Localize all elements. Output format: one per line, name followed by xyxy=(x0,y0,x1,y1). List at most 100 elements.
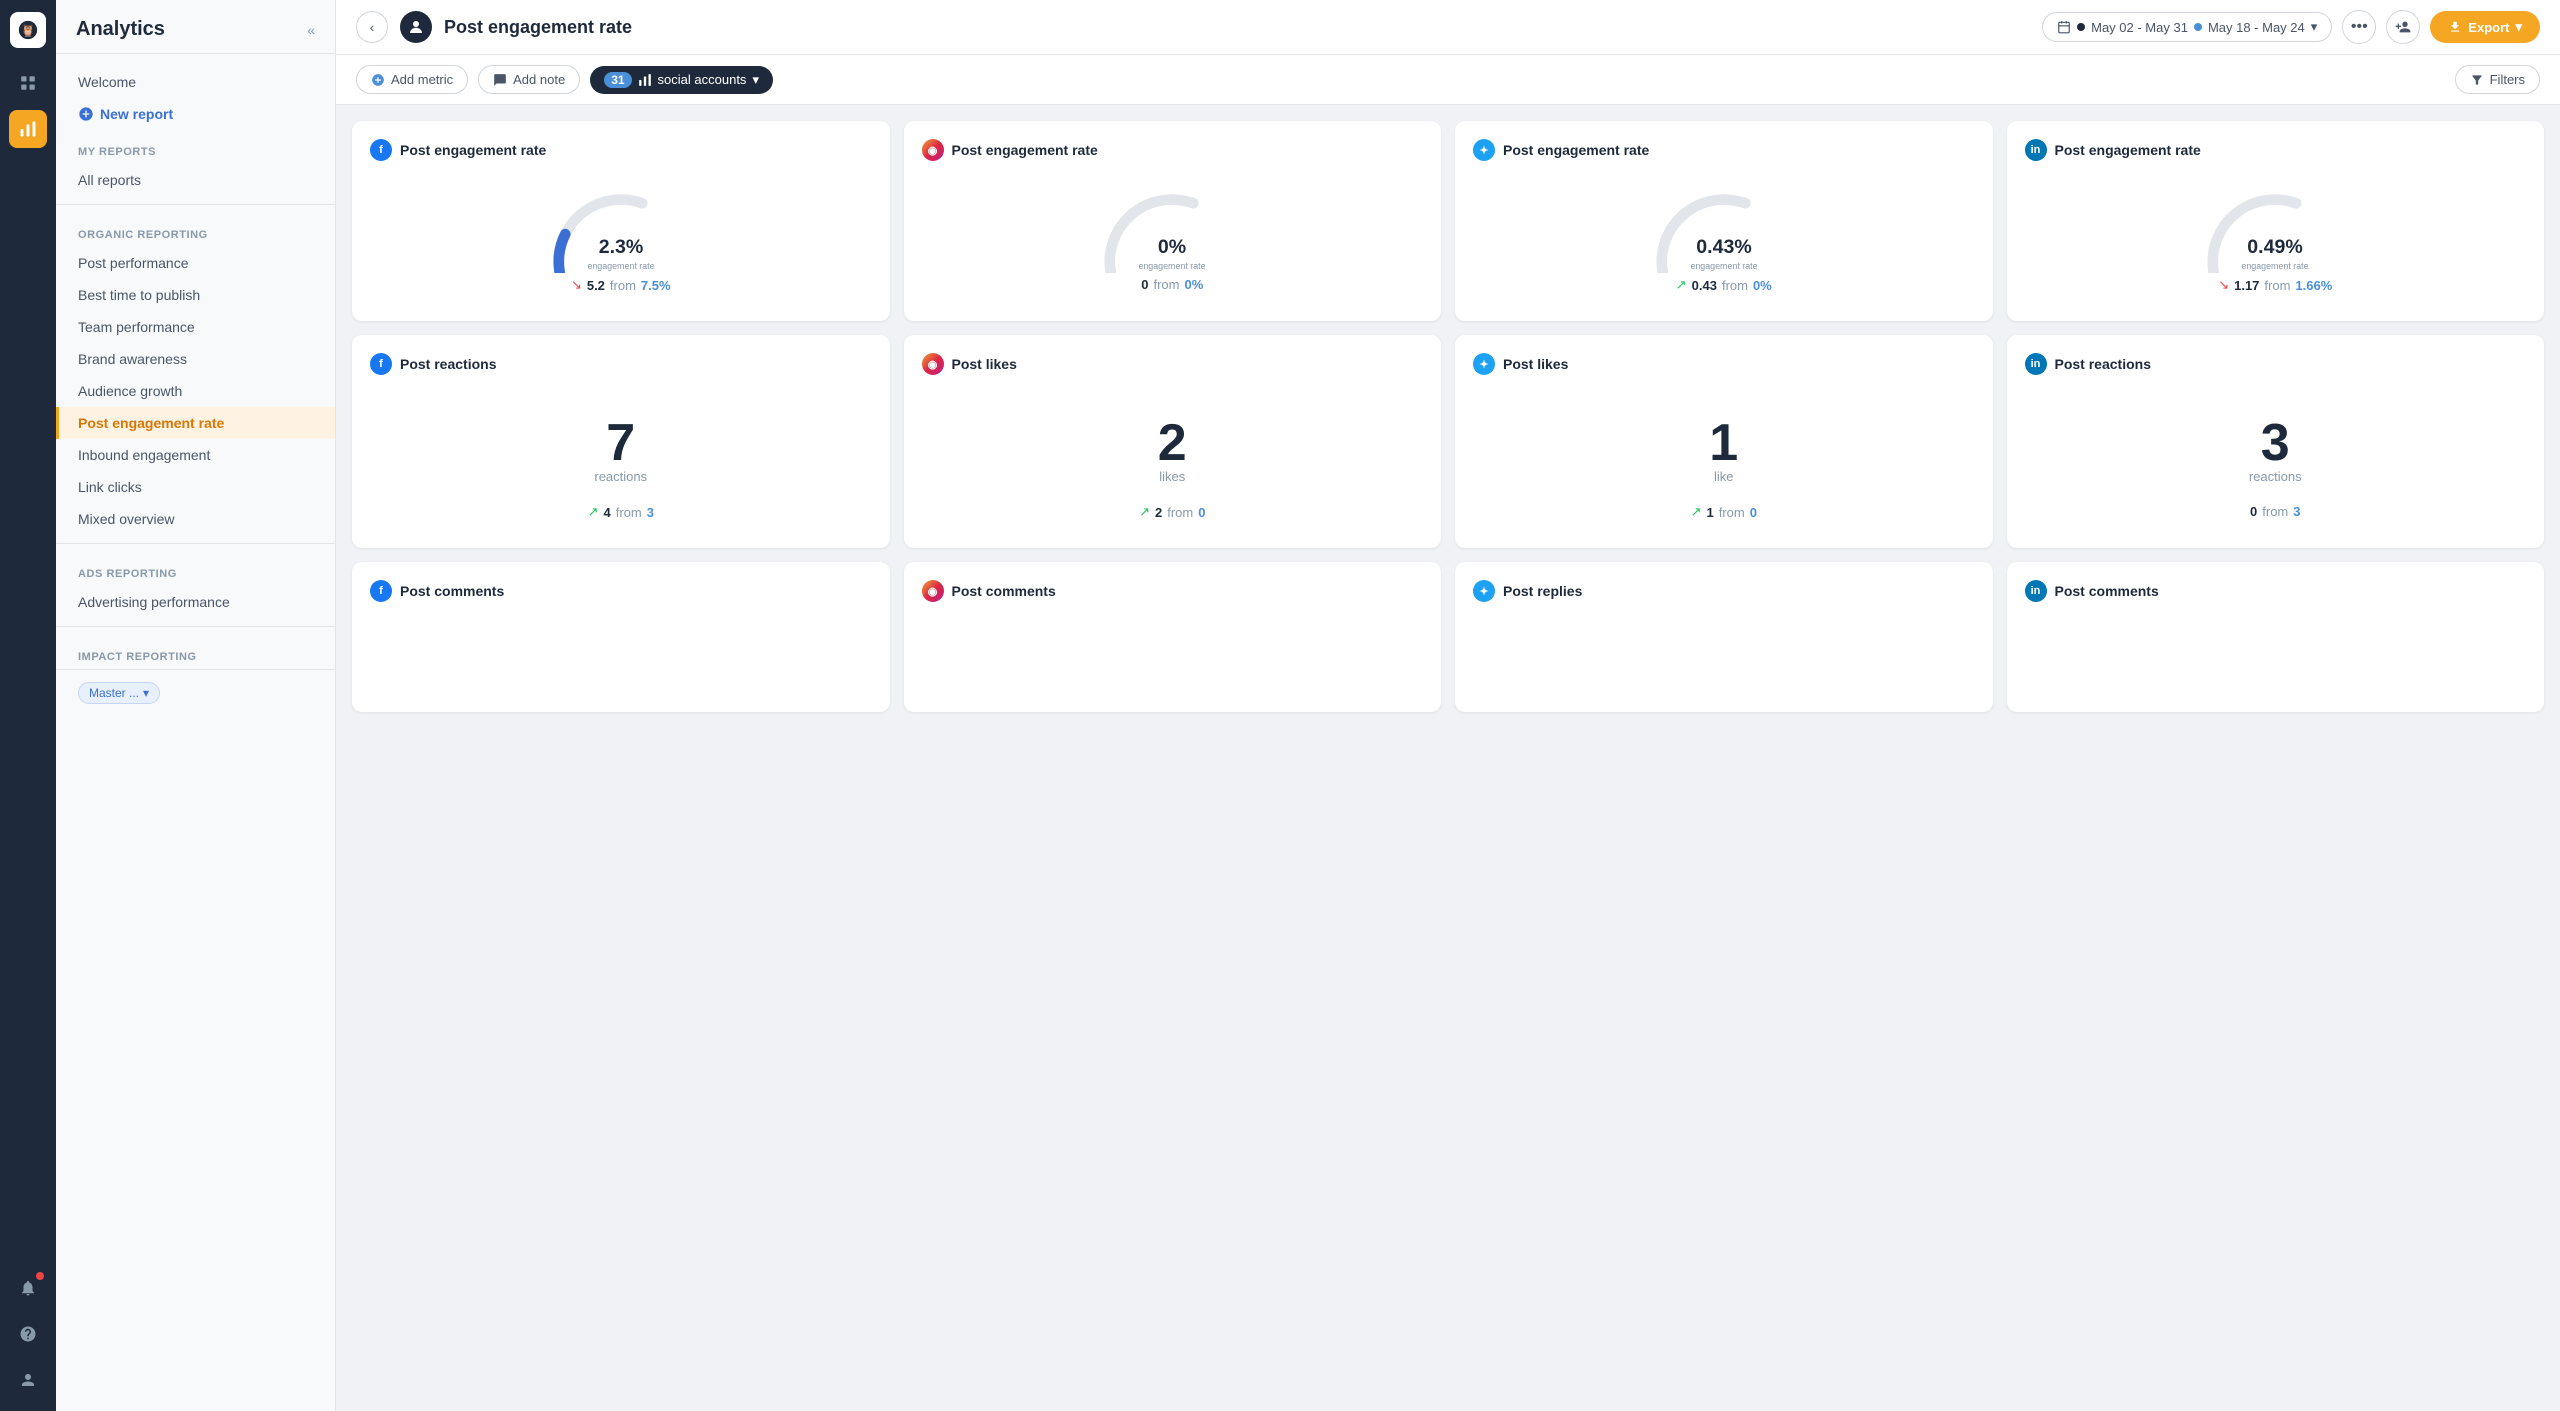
card-10: ✦ Post replies xyxy=(1455,562,1993,712)
sidebar-post-performance[interactable]: Post performance xyxy=(56,247,335,279)
count-container: 1 like ↗ 1 from 0 xyxy=(1473,387,1975,530)
placeholder xyxy=(370,614,872,694)
impact-badge-btn[interactable]: Master ... ▾ xyxy=(78,682,160,704)
comp-value: 0 xyxy=(2250,504,2257,519)
placeholder xyxy=(2025,614,2527,694)
date-secondary: May 18 - May 24 xyxy=(2208,20,2305,35)
comp-prev: 7.5% xyxy=(641,278,671,293)
trend-arrow-up: ↗ xyxy=(1676,277,1687,293)
svg-text:engagement rate: engagement rate xyxy=(587,261,654,271)
platform-icon-ig: ◉ xyxy=(922,139,944,161)
sidebar-brand-awareness[interactable]: Brand awareness xyxy=(56,343,335,375)
comp-value: 5.2 xyxy=(587,278,605,293)
card-6: ✦ Post likes 1 like ↗ 1 from 0 xyxy=(1455,335,1993,548)
sidebar-nav-analytics[interactable] xyxy=(9,110,47,148)
card-header: in Post comments xyxy=(2025,580,2527,602)
toolbar: Add metric Add note 31 social accounts ▾… xyxy=(336,55,2560,105)
card-title: Post comments xyxy=(400,583,504,599)
date-range-btn[interactable]: May 02 - May 31 May 18 - May 24 ▾ xyxy=(2042,12,2332,42)
svg-text:engagement rate: engagement rate xyxy=(1690,261,1757,271)
platform-icon-li: in xyxy=(2025,580,2047,602)
gauge-container: 2.3% engagement rate ↘ 5.2 from 7.5% xyxy=(370,173,872,303)
sidebar-inbound-engagement[interactable]: Inbound engagement xyxy=(56,439,335,471)
card-title: Post engagement rate xyxy=(952,142,1098,158)
sidebar-post-engagement-rate[interactable]: Post engagement rate xyxy=(56,407,335,439)
card-9: ◉ Post comments xyxy=(904,562,1442,712)
gauge-wrapper: 2.3% engagement rate xyxy=(541,183,701,273)
card-7: in Post reactions 3 reactions 0 from 3 xyxy=(2007,335,2545,548)
platform-icon-tw: ✦ xyxy=(1473,353,1495,375)
gauge-wrapper: 0.49% engagement rate xyxy=(2195,183,2355,273)
count-number: 1 xyxy=(1709,417,1738,469)
sidebar-best-time[interactable]: Best time to publish xyxy=(56,279,335,311)
sidebar-link-clicks[interactable]: Link clicks xyxy=(56,471,335,503)
count-label: reactions xyxy=(2249,469,2302,484)
gauge-svg: 0.43% engagement rate xyxy=(1644,183,1804,273)
sidebar-divider-1 xyxy=(56,204,335,205)
filters-button[interactable]: Filters xyxy=(2455,65,2540,94)
sidebar-all-reports[interactable]: All reports xyxy=(56,164,335,196)
sidebar-welcome-link[interactable]: Welcome xyxy=(56,66,335,98)
count-container: 2 likes ↗ 2 from 0 xyxy=(922,387,1424,530)
card-header: f Post engagement rate xyxy=(370,139,872,161)
card-3: in Post engagement rate 0.49% engagement… xyxy=(2007,121,2545,321)
comparison: 0 from 0% xyxy=(1141,277,1203,292)
date-dot-secondary xyxy=(2194,23,2202,31)
platform-icon-li: in xyxy=(2025,353,2047,375)
add-user-button[interactable] xyxy=(2386,10,2420,44)
sidebar-team-performance[interactable]: Team performance xyxy=(56,311,335,343)
trend-arrow-down: ↘ xyxy=(2218,277,2229,293)
sidebar-nav-help[interactable] xyxy=(9,1315,47,1353)
gauge-svg: 0.49% engagement rate xyxy=(2195,183,2355,273)
count-number: 7 xyxy=(606,417,635,469)
card-title: Post engagement rate xyxy=(2055,142,2201,158)
svg-text:engagement rate: engagement rate xyxy=(1139,261,1206,271)
sidebar-divider-3 xyxy=(56,626,335,627)
sidebar-nav-notifications[interactable] xyxy=(9,1269,47,1307)
count-label: likes xyxy=(1159,469,1185,484)
add-metric-button[interactable]: Add metric xyxy=(356,65,468,94)
sidebar-nav-home[interactable] xyxy=(9,64,47,102)
sidebar-collapse-btn[interactable]: « xyxy=(307,22,315,38)
sidebar-divider-2 xyxy=(56,543,335,544)
sidebar-new-report-btn[interactable]: New report xyxy=(56,98,335,130)
card-header: ◉ Post comments xyxy=(922,580,1424,602)
card-title: Post engagement rate xyxy=(1503,142,1649,158)
social-accounts-button[interactable]: 31 social accounts ▾ xyxy=(590,66,773,94)
topbar-logo xyxy=(400,11,432,43)
card-title: Post engagement rate xyxy=(400,142,546,158)
sidebar-mixed-overview[interactable]: Mixed overview xyxy=(56,503,335,535)
date-dot-primary xyxy=(2077,23,2085,31)
card-header: ◉ Post likes xyxy=(922,353,1424,375)
comparison: 0 from 3 xyxy=(2250,504,2300,519)
sidebar-impact-label: IMPACT REPORTING xyxy=(56,635,335,669)
count-container: 3 reactions 0 from 3 xyxy=(2025,387,2527,529)
date-chevron: ▾ xyxy=(2311,19,2318,35)
sidebar-header: Analytics « xyxy=(56,0,335,54)
comp-prev: 0% xyxy=(1184,277,1203,292)
trend-arrow-up: ↗ xyxy=(1691,504,1702,520)
back-button[interactable]: ‹ xyxy=(356,11,388,43)
platform-icon-fb: f xyxy=(370,353,392,375)
gauge-svg: 2.3% engagement rate xyxy=(541,183,701,273)
card-title: Post likes xyxy=(952,356,1017,372)
card-0: f Post engagement rate 2.3% engagement r… xyxy=(352,121,890,321)
platform-icon-ig: ◉ xyxy=(922,353,944,375)
card-header: f Post reactions xyxy=(370,353,872,375)
sidebar-body: Welcome New report MY REPORTS All report… xyxy=(56,54,335,728)
placeholder xyxy=(922,614,1424,694)
comp-value: 0 xyxy=(1141,277,1148,292)
topbar-right: May 02 - May 31 May 18 - May 24 ▾ ••• Ex… xyxy=(2042,10,2540,44)
comp-value: 1 xyxy=(1706,505,1713,520)
sidebar-advertising-performance[interactable]: Advertising performance xyxy=(56,586,335,618)
more-options-btn[interactable]: ••• xyxy=(2342,10,2376,44)
trend-arrow-down: ↘ xyxy=(571,277,582,293)
comparison: ↘ 1.17 from 1.66% xyxy=(2218,277,2332,293)
export-button[interactable]: Export ▾ xyxy=(2430,11,2540,43)
add-note-button[interactable]: Add note xyxy=(478,65,580,94)
gauge-container: 0.49% engagement rate ↘ 1.17 from 1.66% xyxy=(2025,173,2527,303)
platform-icon-tw: ✦ xyxy=(1473,139,1495,161)
card-1: ◉ Post engagement rate 0% engagement rat… xyxy=(904,121,1442,321)
sidebar-nav-profile[interactable] xyxy=(9,1361,47,1399)
sidebar-audience-growth[interactable]: Audience growth xyxy=(56,375,335,407)
